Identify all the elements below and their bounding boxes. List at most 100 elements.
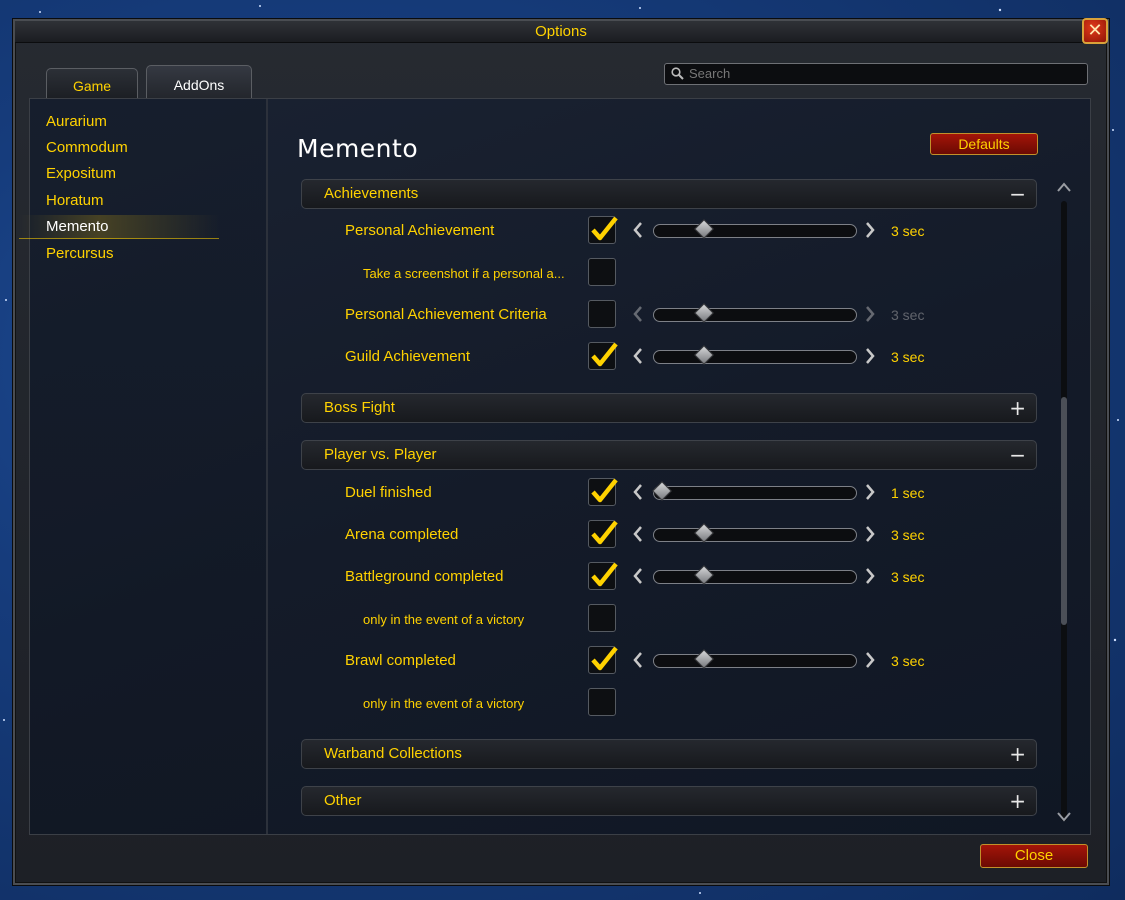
- duration-slider[interactable]: [653, 219, 857, 239]
- search-icon: [671, 67, 684, 80]
- setting-label: only in the event of a victory: [363, 696, 525, 711]
- slider-value: 3 sec: [891, 223, 925, 239]
- setting-checkbox[interactable]: [588, 300, 616, 328]
- slider-increase-icon[interactable]: [863, 524, 877, 544]
- setting-checkbox[interactable]: [588, 520, 618, 548]
- setting-checkbox[interactable]: [588, 478, 618, 506]
- duration-slider[interactable]: [653, 565, 857, 585]
- setting-checkbox[interactable]: [588, 688, 616, 716]
- slider-decrease-icon[interactable]: [631, 346, 645, 366]
- slider-decrease-icon[interactable]: [631, 566, 645, 586]
- window-title: Options: [535, 23, 587, 40]
- collapse-icon[interactable]: −: [1009, 443, 1026, 467]
- duration-slider[interactable]: [653, 523, 857, 543]
- expand-icon[interactable]: +: [1009, 742, 1026, 766]
- slider-value: 1 sec: [891, 485, 925, 501]
- tab-game-label: Game: [72, 78, 112, 94]
- slider-increase-icon[interactable]: [863, 566, 877, 586]
- slider-value: 3 sec: [891, 349, 925, 365]
- scrollbar-thumb[interactable]: [1061, 397, 1067, 625]
- expand-icon[interactable]: +: [1009, 789, 1026, 813]
- slider-increase-icon[interactable]: [863, 346, 877, 366]
- addon-sidebar: Aurarium Commodum Expositum Horatum Meme…: [19, 99, 268, 834]
- sidebar-item-percursus[interactable]: Percursus: [19, 242, 219, 266]
- section-player-vs-player[interactable]: Player vs. Player −: [301, 440, 1037, 470]
- slider-thumb[interactable]: [693, 345, 714, 365]
- checkmark-icon: [591, 342, 618, 367]
- setting-checkbox[interactable]: [588, 604, 616, 632]
- checkmark-icon: [591, 562, 618, 587]
- sidebar-item-commodum[interactable]: Commodum: [19, 136, 219, 160]
- settings-content: Memento Defaults Achievements − Boss Fig…: [270, 99, 1090, 834]
- duration-slider[interactable]: [652, 481, 857, 501]
- sidebar-item-memento[interactable]: Memento: [19, 215, 219, 239]
- slider-decrease-icon[interactable]: [631, 482, 645, 502]
- slider-decrease-icon[interactable]: [631, 524, 645, 544]
- slider-thumb[interactable]: [693, 219, 714, 239]
- slider-value: 3 sec: [891, 307, 925, 323]
- slider-increase-icon[interactable]: [863, 650, 877, 670]
- tab-game[interactable]: Game: [46, 68, 138, 98]
- sidebar-item-expositum[interactable]: Expositum: [19, 162, 219, 186]
- slider-thumb[interactable]: [693, 303, 714, 323]
- setting-label: Guild Achievement: [345, 348, 471, 365]
- checkmark-icon: [591, 646, 618, 671]
- setting-label: Brawl completed: [345, 652, 456, 669]
- setting-label: Battleground completed: [345, 568, 504, 585]
- slider-value: 3 sec: [891, 569, 925, 585]
- slider-decrease-icon[interactable]: [631, 304, 645, 324]
- section-label: Other: [324, 792, 362, 809]
- slider-thumb[interactable]: [652, 481, 672, 501]
- tab-addons[interactable]: AddOns: [146, 65, 252, 98]
- section-label: Warband Collections: [324, 745, 462, 762]
- setting-label: Duel finished: [345, 484, 432, 501]
- slider-increase-icon[interactable]: [863, 220, 877, 240]
- close-button[interactable]: Close: [980, 844, 1088, 868]
- collapse-icon[interactable]: −: [1009, 182, 1026, 206]
- section-label: Player vs. Player: [324, 446, 437, 463]
- section-boss-fight[interactable]: Boss Fight +: [301, 393, 1037, 423]
- checkmark-icon: [591, 478, 618, 503]
- setting-label: Arena completed: [345, 526, 459, 543]
- section-label: Boss Fight: [324, 399, 395, 416]
- slider-increase-icon[interactable]: [863, 304, 877, 324]
- duration-slider[interactable]: [653, 649, 857, 669]
- options-window: Options ✕ Game AddOns Search Aurarium Co…: [13, 18, 1109, 885]
- setting-checkbox[interactable]: [588, 216, 618, 244]
- defaults-button[interactable]: Defaults: [930, 133, 1038, 155]
- search-input[interactable]: Search: [664, 63, 1088, 85]
- setting-checkbox[interactable]: [588, 562, 618, 590]
- duration-slider[interactable]: [653, 303, 857, 323]
- sidebar-item-aurarium[interactable]: Aurarium: [19, 110, 219, 134]
- scrollbar-track[interactable]: [1061, 201, 1067, 821]
- scroll-up-icon[interactable]: [1056, 181, 1072, 193]
- expand-icon[interactable]: +: [1009, 396, 1026, 420]
- page-title: Memento: [297, 134, 419, 163]
- section-warband-collections[interactable]: Warband Collections +: [301, 739, 1037, 769]
- setting-checkbox[interactable]: [588, 342, 618, 370]
- setting-label: Take a screenshot if a personal a...: [363, 266, 565, 281]
- slider-increase-icon[interactable]: [863, 482, 877, 502]
- slider-decrease-icon[interactable]: [631, 650, 645, 670]
- window-close-icon[interactable]: ✕: [1082, 18, 1108, 44]
- checkmark-icon: [591, 216, 618, 241]
- setting-checkbox[interactable]: [588, 646, 618, 674]
- section-other[interactable]: Other +: [301, 786, 1037, 816]
- options-panel: Aurarium Commodum Expositum Horatum Meme…: [19, 98, 1091, 835]
- scroll-down-icon[interactable]: [1056, 811, 1072, 823]
- slider-thumb[interactable]: [693, 565, 714, 585]
- sidebar-item-horatum[interactable]: Horatum: [19, 189, 219, 213]
- section-label: Achievements: [324, 185, 419, 202]
- setting-label: Personal Achievement: [345, 222, 495, 239]
- section-achievements[interactable]: Achievements −: [301, 179, 1037, 209]
- setting-checkbox[interactable]: [588, 258, 616, 286]
- checkmark-icon: [591, 520, 618, 545]
- slider-thumb[interactable]: [693, 649, 714, 669]
- title-bar[interactable]: Options: [15, 21, 1107, 43]
- search-placeholder: Search: [689, 66, 731, 81]
- slider-thumb[interactable]: [693, 523, 714, 543]
- slider-decrease-icon[interactable]: [631, 220, 645, 240]
- duration-slider[interactable]: [653, 345, 857, 365]
- tab-addons-label: AddOns: [173, 77, 225, 93]
- setting-label: Personal Achievement Criteria: [345, 306, 547, 323]
